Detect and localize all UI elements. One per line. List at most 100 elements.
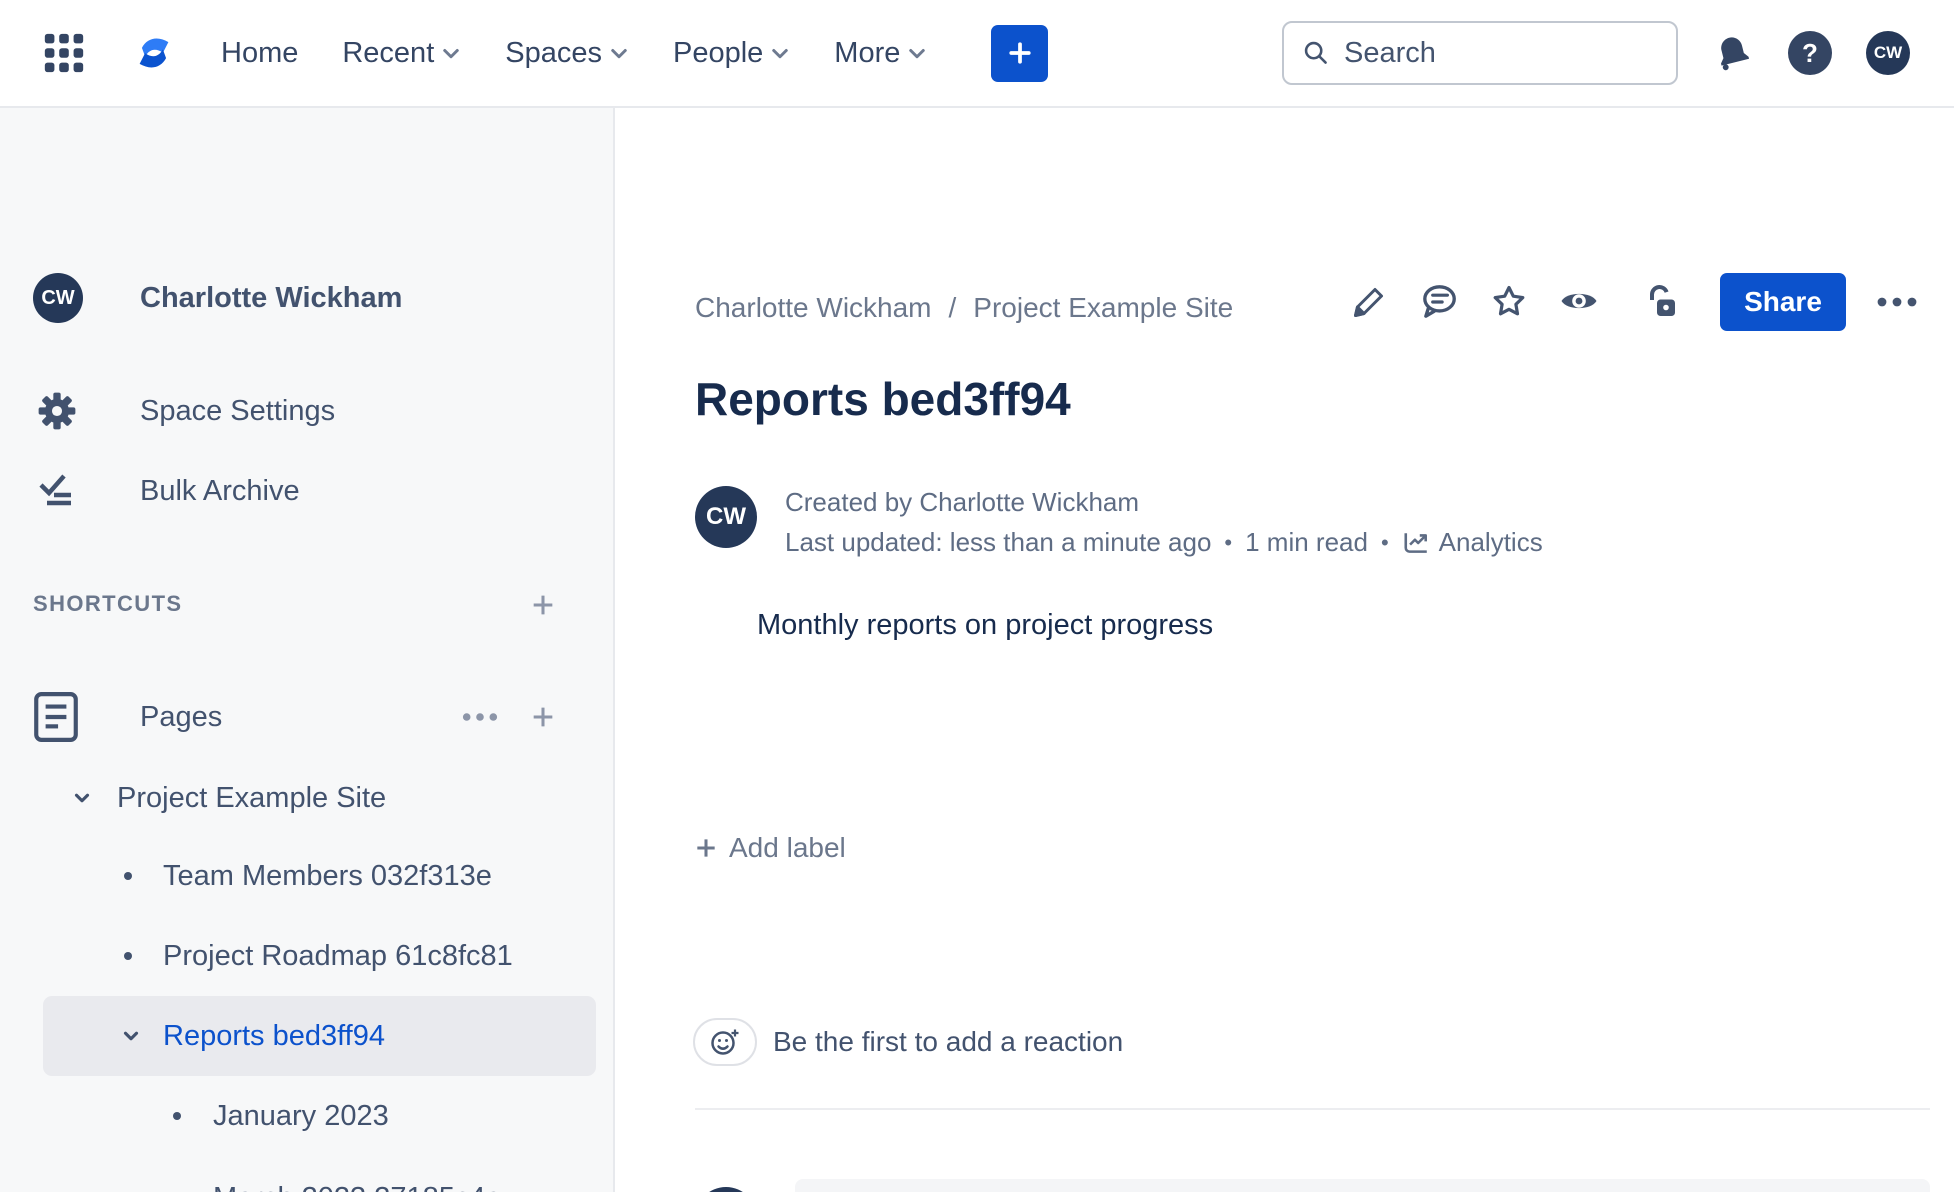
pages-icon bbox=[34, 692, 78, 742]
tree-item-team-members[interactable]: Team Members 032f313e bbox=[0, 848, 613, 904]
author-avatar[interactable]: CW bbox=[695, 486, 757, 548]
tree-item-label: Project Example Site bbox=[117, 782, 387, 814]
top-navigation-bar: Home Recent Spaces People More Search ? … bbox=[0, 0, 1954, 108]
tree-item-label: January 2023 bbox=[213, 1100, 389, 1132]
comment-input-box[interactable] bbox=[795, 1179, 1930, 1192]
analytics-link[interactable]: Analytics bbox=[1402, 527, 1543, 558]
page-body-text: Monthly reports on project progress bbox=[757, 609, 1214, 641]
tree-item-label: March 2023 37185c4a bbox=[213, 1170, 502, 1192]
share-label: Share bbox=[1744, 286, 1822, 317]
add-page-button[interactable] bbox=[528, 702, 558, 732]
ellipsis-icon bbox=[1877, 297, 1917, 307]
pencil-icon bbox=[1354, 288, 1383, 317]
confluence-logo[interactable] bbox=[131, 30, 177, 76]
shortcuts-section-header: SHORTCUTS bbox=[0, 586, 613, 622]
bullet-icon bbox=[124, 872, 132, 880]
page-title: Reports bed3ff94 bbox=[695, 373, 1071, 425]
nav-item-people[interactable]: People bbox=[673, 37, 790, 70]
user-avatar[interactable]: CW bbox=[1866, 31, 1910, 75]
reactions-section: Be the first to add a reaction bbox=[693, 1018, 1123, 1066]
nav-left-group: Home Recent Spaces People More bbox=[41, 0, 1049, 106]
sidebar-item-space-settings[interactable]: Space Settings bbox=[0, 383, 613, 439]
tree-item-january-2023[interactable]: January 2023 bbox=[0, 1088, 613, 1144]
nav-item-label: People bbox=[672, 36, 764, 69]
nav-item-spaces[interactable]: Spaces bbox=[505, 37, 629, 70]
plus-icon bbox=[697, 839, 715, 857]
plus-icon bbox=[1009, 42, 1031, 64]
chevron-down-icon bbox=[123, 1031, 139, 1041]
chevron-down-icon bbox=[772, 49, 789, 59]
pages-more-button[interactable] bbox=[460, 702, 500, 732]
page-content: Charlotte Wickham / Project Example Site bbox=[615, 108, 1954, 1192]
analytics-label: Analytics bbox=[1438, 527, 1543, 557]
nav-item-recent[interactable]: Recent bbox=[342, 37, 461, 70]
nav-right-group: ? CW bbox=[1282, 0, 1910, 106]
page-actions: Share bbox=[1349, 271, 1919, 333]
comments-divider bbox=[695, 1108, 1930, 1110]
create-button[interactable] bbox=[991, 24, 1049, 82]
tree-item-project-roadmap[interactable]: Project Roadmap 61c8fc81 bbox=[0, 928, 613, 984]
nav-item-home[interactable]: Home bbox=[221, 37, 298, 70]
sidebar-item-label: Bulk Archive bbox=[140, 475, 300, 507]
created-by-text: Created by Charlotte Wickham bbox=[785, 487, 1140, 517]
dot-separator: • bbox=[1380, 529, 1389, 555]
breadcrumb-separator: / bbox=[948, 292, 957, 323]
favorite-button[interactable] bbox=[1489, 282, 1529, 322]
breadcrumb-parent-link[interactable]: Project Example Site bbox=[973, 292, 1233, 324]
bell-icon bbox=[1721, 37, 1750, 71]
bulk-archive-icon bbox=[39, 474, 71, 506]
dot-separator: • bbox=[1224, 529, 1233, 555]
search-icon bbox=[1304, 41, 1327, 64]
unlock-icon bbox=[1650, 285, 1675, 316]
breadcrumb: Charlotte Wickham / Project Example Site bbox=[695, 288, 1233, 328]
search-box[interactable] bbox=[1282, 21, 1678, 85]
read-time-text: 1 min read bbox=[1245, 527, 1368, 557]
watch-button[interactable] bbox=[1558, 281, 1600, 323]
tree-item-label: Project Roadmap 61c8fc81 bbox=[163, 940, 513, 972]
edit-button[interactable] bbox=[1349, 282, 1389, 322]
plus-icon bbox=[533, 595, 553, 615]
pages-label: Pages bbox=[140, 701, 223, 733]
app-switcher-button[interactable] bbox=[41, 30, 87, 76]
bullet-icon bbox=[124, 952, 132, 960]
avatar-initials: CW bbox=[1873, 43, 1903, 62]
breadcrumb-space-link[interactable]: Charlotte Wickham bbox=[695, 292, 932, 324]
sidebar-item-bulk-archive[interactable]: Bulk Archive bbox=[0, 463, 613, 519]
space-header[interactable]: CW Charlotte Wickham bbox=[33, 271, 402, 325]
nav-item-label: Home bbox=[221, 36, 299, 69]
comment-bubble-icon bbox=[1423, 285, 1456, 318]
eye-icon bbox=[1561, 293, 1597, 309]
share-button[interactable]: Share bbox=[1720, 273, 1846, 331]
commenter-avatar: CW bbox=[695, 1187, 757, 1192]
tree-item-project-example-site[interactable]: Project Example Site bbox=[0, 770, 613, 826]
space-avatar-initials: CW bbox=[41, 286, 75, 309]
space-avatar: CW bbox=[33, 273, 83, 323]
space-name: Charlotte Wickham bbox=[140, 281, 403, 314]
tree-item-march-2023[interactable]: March 2023 37185c4a bbox=[0, 1170, 613, 1192]
comments-button[interactable] bbox=[1418, 281, 1460, 323]
notifications-button[interactable] bbox=[1712, 32, 1754, 74]
tree-item-label: Reports bed3ff94 bbox=[163, 1020, 385, 1052]
restrictions-button[interactable] bbox=[1643, 282, 1683, 322]
nav-item-label: Spaces bbox=[505, 36, 602, 69]
more-actions-button[interactable] bbox=[1875, 296, 1919, 308]
nav-item-more[interactable]: More bbox=[834, 37, 927, 70]
pages-section-header[interactable]: Pages bbox=[0, 689, 613, 745]
question-mark-icon: ? bbox=[1802, 37, 1818, 68]
add-shortcut-button[interactable] bbox=[528, 590, 558, 620]
star-icon bbox=[1493, 285, 1525, 316]
add-label-button[interactable]: Add label bbox=[693, 832, 846, 864]
help-button[interactable]: ? bbox=[1788, 31, 1832, 75]
add-label-text: Add label bbox=[729, 832, 846, 863]
chevron-down-icon bbox=[74, 793, 90, 803]
chevron-down-icon bbox=[909, 49, 926, 59]
tree-item-reports-selected[interactable]: Reports bed3ff94 bbox=[43, 996, 596, 1076]
confluence-logo-icon bbox=[139, 38, 169, 68]
ellipsis-icon bbox=[462, 713, 498, 721]
analytics-chart-icon bbox=[1404, 532, 1427, 553]
add-reaction-button[interactable] bbox=[693, 1018, 757, 1066]
comment-composer: CW bbox=[695, 1179, 1930, 1192]
last-updated-text: Last updated: less than a minute ago bbox=[785, 527, 1212, 557]
reactions-prompt-text: Be the first to add a reaction bbox=[773, 1026, 1124, 1057]
search-input[interactable] bbox=[1344, 36, 1644, 70]
